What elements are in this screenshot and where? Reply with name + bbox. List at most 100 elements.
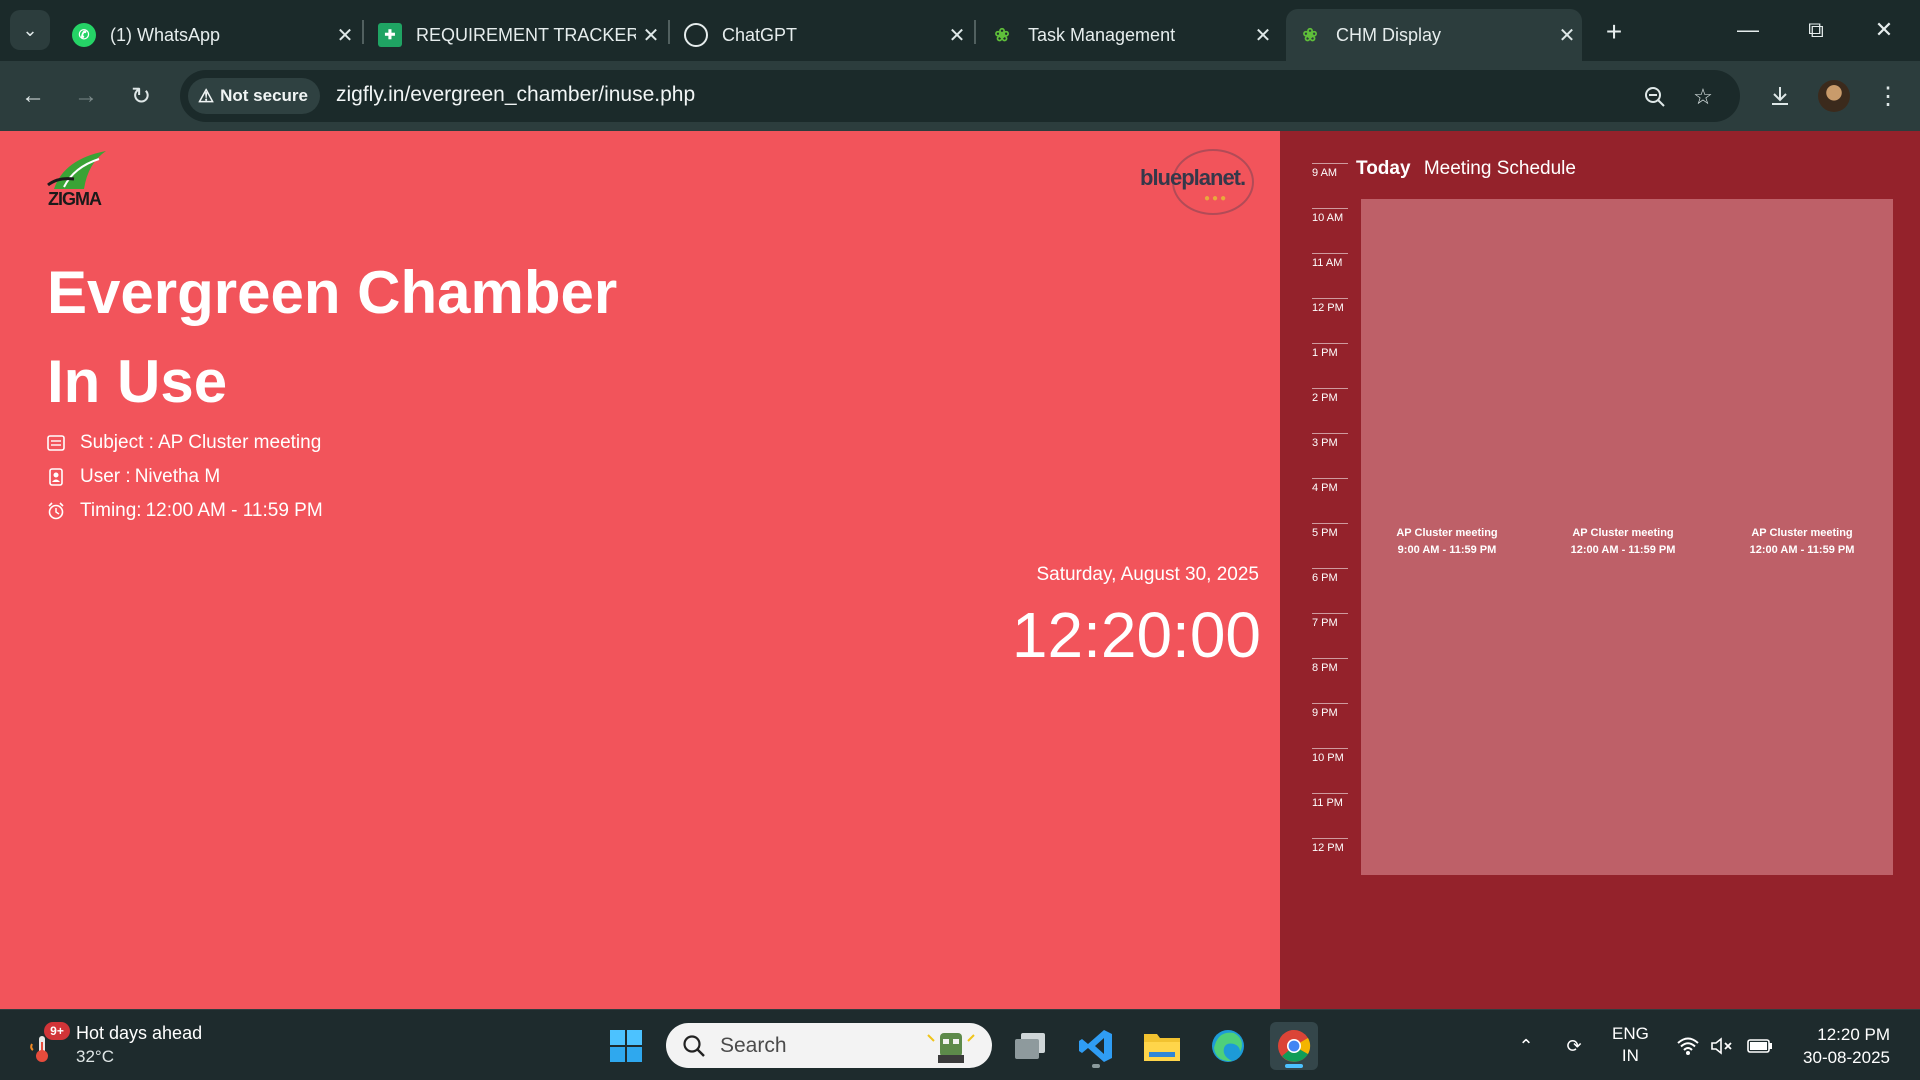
today-button[interactable]: Today [1356,158,1411,179]
event-item[interactable]: AP Cluster meeting 12:00 AM - 11:59 PM [1716,525,1888,559]
schedule-panel: Today Meeting Schedule 9 AM 10 AM 11 AM 12 … [1280,131,1920,1009]
plus-icon: + [1605,16,1623,47]
tab-task-management[interactable]: ❀ Task Management ✕ [978,9,1278,61]
close-icon: ✕ [1874,17,1894,42]
minimize-button[interactable]: — [1724,12,1772,48]
close-window-button[interactable]: ✕ [1860,12,1908,48]
subject-value: AP Cluster meeting [157,432,322,453]
folder-icon [1144,1034,1180,1061]
hour-label: 5 PM [1312,523,1348,539]
search-highlight-icon [924,1027,978,1063]
user-row: User : Nivetha M [46,465,220,489]
system-time: 12:20 PM [1817,1025,1890,1044]
browser-tab-strip: ⌄ ✆ (1) WhatsApp ✕ ✚ REQUIREMENT TRACKER… [0,0,1920,61]
profile-avatar[interactable] [1818,80,1850,112]
taskbar-search[interactable]: Search [666,1023,992,1068]
hour-label: 4 PM [1312,478,1348,494]
whatsapp-icon: ✆ [72,23,96,47]
weather-temp[interactable]: 32°C [76,1047,114,1067]
restore-button[interactable]: ⧉ [1792,12,1840,48]
active-indicator [1285,1064,1303,1068]
event-time: 12:00 AM - 11:59 PM [1570,544,1676,556]
subject-label: Subject : [80,432,154,453]
event-item[interactable]: AP Cluster meeting 12:00 AM - 11:59 PM [1537,525,1709,559]
system-clock[interactable]: 12:20 PM 30-08-2025 [1803,1023,1890,1069]
event-time: 9:00 AM - 11:59 PM [1397,544,1497,556]
event-item[interactable]: AP Cluster meeting 9:00 AM - 11:59 PM [1361,525,1533,559]
tab-chatgpt[interactable]: ChatGPT ✕ [672,9,972,61]
blueplanet-dots: ●●● [1204,193,1229,204]
zoom-icon[interactable] [1640,82,1670,112]
hour-label: 3 PM [1312,433,1348,449]
close-icon[interactable]: ✕ [330,23,360,48]
battery-icon[interactable] [1746,1032,1774,1060]
tab-search-button[interactable]: ⌄ [10,10,50,50]
security-label: Not secure [220,86,309,105]
warning-icon: ⚠ [198,85,215,106]
region-code: IN [1621,1046,1639,1065]
vscode-button[interactable] [1072,1022,1120,1070]
wifi-icon[interactable] [1674,1032,1702,1060]
site-info-chip[interactable]: ⚠ Not secure [188,78,321,114]
tab-separator [362,20,364,44]
open-indicator [1092,1064,1100,1068]
chrome-button[interactable] [1270,1022,1318,1070]
chrome-icon [1278,1030,1311,1062]
volume-muted-icon[interactable] [1708,1032,1736,1060]
bookmark-star-icon[interactable]: ☆ [1688,82,1718,112]
menu-dots-icon[interactable]: ⋮ [1870,78,1906,114]
hour-label: 8 PM [1312,658,1348,674]
close-icon[interactable]: ✕ [942,23,972,48]
close-icon[interactable]: ✕ [636,23,666,48]
tab-chm-display[interactable]: ❀ CHM Display ✕ [1286,9,1582,61]
forward-button[interactable]: → [68,78,104,114]
url-text[interactable]: zigfly.in/evergreen_chamber/inuse.php [336,83,695,107]
room-name: Evergreen Chamber [47,259,618,326]
tab-title: Task Management [1028,24,1176,45]
weather-title[interactable]: Hot days ahead [76,1023,202,1044]
search-icon [683,1034,705,1057]
hour-label: 2 PM [1312,388,1348,404]
schedule-title: Meeting Schedule [1423,158,1576,179]
zigma-logo-text: ZIGMA [48,189,102,209]
tab-title: (1) WhatsApp [110,24,221,45]
address-bar[interactable]: ⚠ Not secure zigfly.in/evergreen_chamber… [180,70,1740,122]
hour-label: 12 PM [1312,298,1348,314]
restore-icon: ⧉ [1808,17,1824,42]
back-button[interactable]: ← [15,78,51,114]
event-title: AP Cluster meeting [1396,527,1498,539]
tab-whatsapp[interactable]: ✆ (1) WhatsApp ✕ [60,9,360,61]
chevron-up-icon[interactable]: ⌃ [1512,1032,1540,1060]
close-icon[interactable]: ✕ [1248,23,1278,48]
download-icon[interactable] [1762,78,1798,114]
arrow-left-icon: ← [21,82,45,109]
timing-value: 12:00 AM - 11:59 PM [145,500,323,521]
tab-title: CHM Display [1336,24,1442,45]
system-date: 30-08-2025 [1803,1048,1890,1067]
windows-taskbar: 9+ Hot days ahead 32°C Search ⌃ ⟳ ENG IN [0,1009,1920,1080]
leaf-icon: ❀ [994,24,1010,45]
windows-icon [610,1030,642,1062]
tab-requirement-tracker[interactable]: ✚ REQUIREMENT TRACKER ✕ [366,9,666,61]
timing-row: Timing: 12:00 AM - 11:59 PM [46,499,323,523]
chevron-down-icon: ⌄ [22,19,38,40]
reload-button[interactable]: ↻ [123,78,159,114]
hour-label: 9 AM [1312,163,1348,179]
task-view-button[interactable] [1006,1022,1054,1070]
tab-title: ChatGPT [722,24,798,45]
arrow-right-icon: → [74,82,98,109]
subject-icon [46,433,66,453]
sync-icon[interactable]: ⟳ [1560,1032,1588,1060]
hour-label: 11 AM [1312,253,1348,269]
file-explorer-button[interactable] [1138,1022,1186,1070]
close-icon[interactable]: ✕ [1552,23,1582,48]
tab-separator [668,20,670,44]
new-tab-button[interactable]: + [1596,14,1632,50]
hour-label: 1 PM [1312,343,1348,359]
start-button[interactable] [602,1022,650,1070]
schedule-header: Today Meeting Schedule [1356,158,1576,180]
search-label: Search [720,1033,787,1057]
task-view-icon [1015,1033,1045,1059]
language-indicator[interactable]: ENG IN [1612,1023,1649,1067]
edge-button[interactable] [1204,1022,1252,1070]
